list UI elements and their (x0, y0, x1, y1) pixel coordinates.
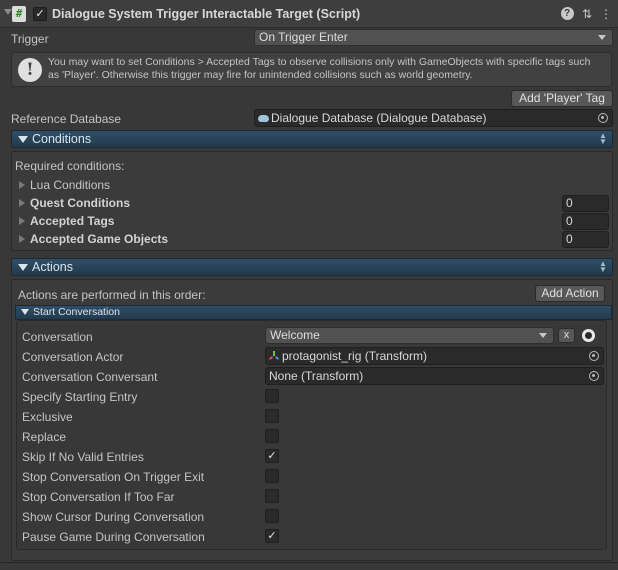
conversation-actor-field[interactable]: protagonist_rig (Transform) (265, 347, 604, 365)
component-title: Dialogue System Trigger Interactable Tar… (52, 7, 361, 21)
object-picker-icon[interactable] (598, 113, 608, 123)
conditions-title: Conditions (18, 132, 91, 146)
replace-checkbox[interactable] (265, 429, 279, 443)
foldout-right-icon[interactable] (19, 235, 25, 243)
accepted-game-objects-label[interactable]: Accepted Game Objects (30, 232, 168, 246)
trigger-label: Trigger (11, 32, 49, 46)
component-header[interactable]: # ✓ Dialogue System Trigger Interactable… (0, 0, 618, 28)
exclusive-label: Exclusive (22, 410, 73, 424)
conversation-actor-label: Conversation Actor (22, 350, 124, 364)
reference-database-value: Dialogue Database (Dialogue Database) (271, 111, 487, 125)
pause-game-checkbox[interactable]: ✓ (265, 529, 279, 543)
foldout-right-icon[interactable] (19, 217, 25, 225)
replace-label: Replace (22, 430, 67, 444)
add-action-button[interactable]: Add Action (535, 285, 605, 302)
actions-title-text: Actions (32, 260, 73, 274)
conversation-actor-value: protagonist_rig (Transform) (282, 349, 427, 363)
conversation-dropdown[interactable]: Welcome (265, 327, 554, 344)
show-cursor-checkbox[interactable] (265, 509, 279, 523)
quest-conditions-count[interactable]: 0 (562, 195, 609, 212)
stop-on-trigger-exit-label: Stop Conversation On Trigger Exit (22, 470, 205, 484)
trigger-help-box: ! You may want to set Conditions > Accep… (11, 52, 612, 87)
pause-game-label: Pause Game During Conversation (22, 530, 205, 544)
conversation-label: Conversation (22, 330, 93, 344)
conversation-conversant-field[interactable]: None (Transform) (265, 367, 604, 385)
trigger-value: On Trigger Enter (259, 30, 348, 44)
foldout-arrow-icon[interactable] (4, 9, 12, 15)
start-conversation-header[interactable]: Start Conversation (15, 305, 612, 320)
stop-if-too-far-checkbox[interactable] (265, 489, 279, 503)
database-icon (258, 115, 269, 122)
conditions-section-header[interactable]: Conditions ▲ ▼ (11, 130, 613, 148)
conditions-title-text: Conditions (32, 132, 92, 146)
stop-on-trigger-exit-checkbox[interactable] (265, 469, 279, 483)
trigger-help-text: You may want to set Conditions > Accepte… (48, 56, 591, 81)
quest-conditions-label[interactable]: Quest Conditions (30, 196, 130, 210)
accepted-tags-label[interactable]: Accepted Tags (30, 214, 114, 228)
component-enabled-checkbox[interactable]: ✓ (33, 7, 47, 21)
foldout-down-icon (18, 264, 28, 271)
trigger-dropdown[interactable]: On Trigger Enter (254, 29, 613, 46)
foldout-right-icon[interactable] (19, 181, 25, 189)
reference-database-label: Reference Database (11, 112, 122, 126)
divider (0, 562, 618, 563)
foldout-right-icon[interactable] (19, 199, 25, 207)
actions-section-header[interactable]: Actions ▲ ▼ (11, 258, 613, 276)
stop-if-too-far-label: Stop Conversation If Too Far (22, 490, 175, 504)
presets-icon[interactable]: ⇅ (579, 6, 595, 22)
skip-if-no-valid-entries-label: Skip If No Valid Entries (22, 450, 144, 464)
conversation-picker-icon[interactable] (582, 329, 595, 342)
specify-starting-entry-label: Specify Starting Entry (22, 390, 138, 404)
skip-if-no-valid-entries-checkbox[interactable]: ✓ (265, 449, 279, 463)
reorder-icon[interactable]: ▲ ▼ (599, 260, 607, 274)
chevron-down-icon (598, 35, 606, 40)
actions-order-label: Actions are performed in this order: (18, 288, 206, 302)
chevron-down-icon (539, 333, 547, 338)
foldout-down-icon (21, 309, 29, 315)
info-icon: ! (18, 58, 42, 82)
start-conversation-title-text: Start Conversation (33, 306, 120, 318)
clear-conversation-button[interactable]: x (558, 328, 575, 343)
actions-title: Actions (18, 260, 73, 274)
show-cursor-label: Show Cursor During Conversation (22, 510, 205, 524)
add-player-tag-button[interactable]: Add 'Player' Tag (511, 90, 613, 107)
reorder-icon[interactable]: ▲ ▼ (599, 132, 607, 146)
reference-database-field[interactable]: Dialogue Database (Dialogue Database) (254, 109, 613, 127)
exclusive-checkbox[interactable] (265, 409, 279, 423)
help-icon: ? (560, 7, 574, 20)
required-conditions-label: Required conditions: (15, 159, 125, 173)
conversation-conversant-label: Conversation Conversant (22, 370, 158, 384)
foldout-down-icon (18, 136, 28, 143)
transform-icon (268, 351, 280, 361)
accepted-game-objects-count[interactable]: 0 (562, 231, 609, 248)
conversation-value: Welcome (270, 328, 320, 342)
context-menu-icon[interactable]: ⋮ (598, 6, 614, 22)
object-picker-icon[interactable] (589, 351, 599, 361)
lua-conditions-label[interactable]: Lua Conditions (30, 178, 110, 192)
conversation-conversant-value: None (Transform) (269, 369, 364, 383)
start-conversation-title: Start Conversation (21, 306, 120, 318)
help-button[interactable]: ? (559, 6, 575, 22)
accepted-tags-count[interactable]: 0 (562, 213, 609, 230)
script-icon: # (12, 6, 26, 22)
specify-starting-entry-checkbox[interactable] (265, 389, 279, 403)
object-picker-icon[interactable] (589, 371, 599, 381)
